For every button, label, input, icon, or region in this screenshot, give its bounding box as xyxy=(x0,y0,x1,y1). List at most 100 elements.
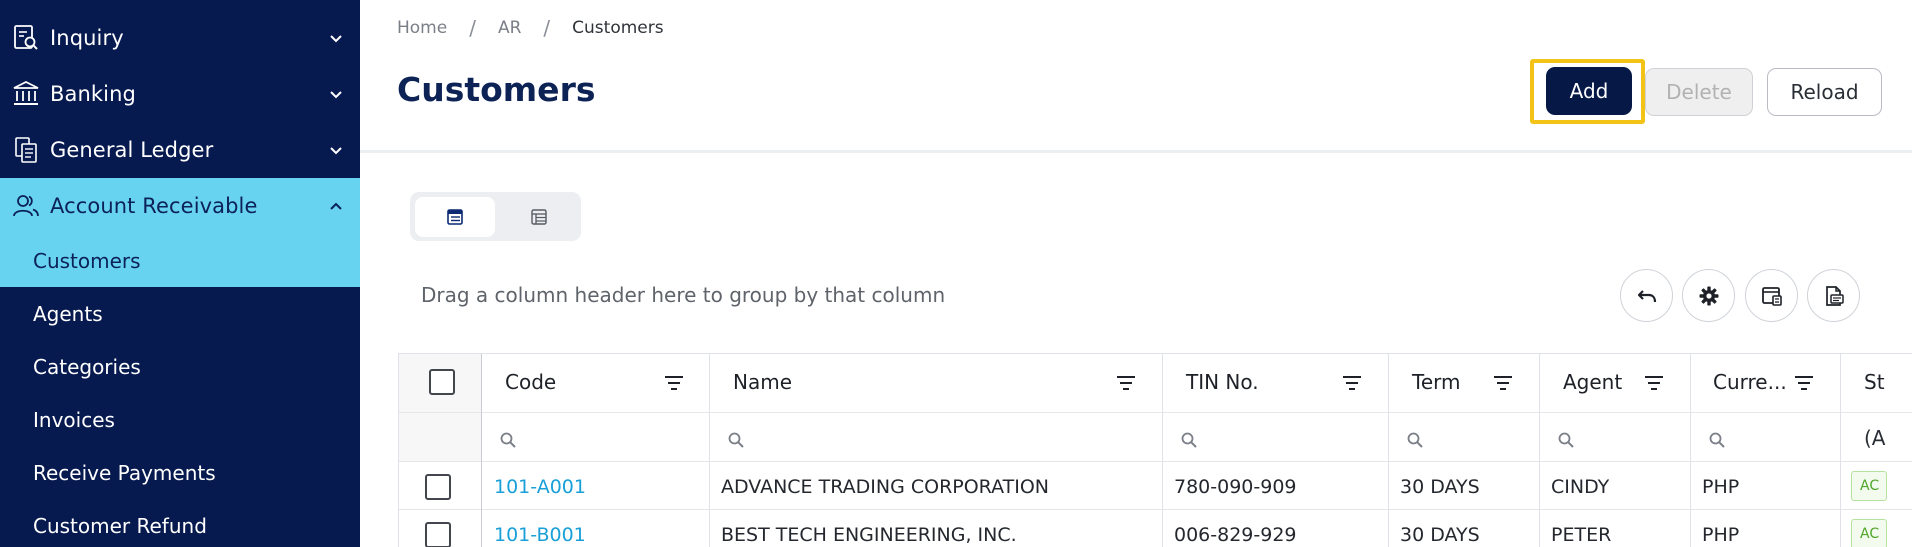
breadcrumb-current: Customers xyxy=(572,18,664,38)
filter-icon[interactable] xyxy=(1793,374,1815,392)
search-icon[interactable] xyxy=(1557,431,1575,449)
chevron-down-icon xyxy=(330,147,342,155)
settings-button[interactable] xyxy=(1682,269,1735,322)
customer-tin: 780-090-909 xyxy=(1174,476,1297,498)
customers-grid: Code Name TIN No. Term Agent Curre... St… xyxy=(398,353,1912,547)
customer-agent: CINDY xyxy=(1551,476,1610,498)
chevron-down-icon xyxy=(330,35,342,43)
search-document-icon xyxy=(14,25,38,50)
sidebar-item-label: Customers xyxy=(33,248,141,273)
customer-tin: 006-829-929 xyxy=(1174,524,1297,546)
row-divider xyxy=(399,412,1912,413)
column-divider xyxy=(481,354,482,547)
column-header-code[interactable]: Code xyxy=(505,370,556,394)
sidebar-group-label: General Ledger xyxy=(50,138,214,162)
sidebar: Inquiry Banking General Ledger Account R… xyxy=(0,0,360,547)
column-divider xyxy=(1388,354,1389,547)
breadcrumb: Home / AR / Customers xyxy=(397,16,664,40)
sidebar-item-invoices[interactable]: Invoices xyxy=(0,393,360,446)
sidebar-item-receive-payments[interactable]: Receive Payments xyxy=(0,446,360,499)
filter-icon[interactable] xyxy=(663,374,685,392)
header-divider xyxy=(360,150,1912,153)
undo-button[interactable] xyxy=(1620,269,1673,322)
filter-icon[interactable] xyxy=(1115,374,1137,392)
sidebar-group-general-ledger[interactable]: General Ledger xyxy=(0,122,360,178)
customer-code-link[interactable]: 101-B001 xyxy=(494,524,586,546)
customer-code-link[interactable]: 101-A001 xyxy=(494,476,586,498)
customer-term: 30 DAYS xyxy=(1400,524,1480,546)
search-icon[interactable] xyxy=(499,431,517,449)
sidebar-item-agents[interactable]: Agents xyxy=(0,287,360,340)
bank-icon xyxy=(13,80,39,105)
sidebar-item-label: Categories xyxy=(33,354,141,379)
sidebar-group-inquiry[interactable]: Inquiry xyxy=(0,10,360,66)
column-header-agent[interactable]: Agent xyxy=(1563,370,1622,394)
sidebar-item-customers[interactable]: Customers xyxy=(0,234,360,287)
app-window: Inquiry Banking General Ledger Account R… xyxy=(0,0,1912,547)
status-badge: AC xyxy=(1851,519,1887,547)
filter-icon[interactable] xyxy=(1341,374,1363,392)
sidebar-group-banking[interactable]: Banking xyxy=(0,66,360,122)
ledger-icon xyxy=(15,137,37,163)
export-document-icon xyxy=(1825,285,1844,306)
grid-filter-row xyxy=(399,413,1912,461)
grid-view-button[interactable] xyxy=(415,197,495,237)
breadcrumb-home[interactable]: Home xyxy=(397,18,447,38)
column-header-name[interactable]: Name xyxy=(733,370,792,394)
row-divider xyxy=(399,461,1912,462)
sidebar-item-label: Receive Payments xyxy=(33,460,216,485)
users-icon xyxy=(13,195,39,217)
column-divider xyxy=(1840,354,1841,547)
customer-agent: PETER xyxy=(1551,524,1612,546)
customer-name: BEST TECH ENGINEERING, INC. xyxy=(721,524,1017,546)
column-header-term[interactable]: Term xyxy=(1412,370,1460,394)
row-checkbox[interactable] xyxy=(425,522,451,547)
sidebar-item-categories[interactable]: Categories xyxy=(0,340,360,393)
list-view-button[interactable] xyxy=(499,197,579,237)
column-chooser-icon xyxy=(1761,286,1782,306)
column-header-status[interactable]: St xyxy=(1864,370,1885,394)
search-icon[interactable] xyxy=(1708,431,1726,449)
sidebar-group-account-receivable[interactable]: Account Receivable xyxy=(0,178,360,234)
search-icon[interactable] xyxy=(727,431,745,449)
sidebar-group-label: Banking xyxy=(50,82,136,106)
column-divider xyxy=(709,354,710,547)
grid-header-row xyxy=(399,354,1912,412)
undo-icon xyxy=(1637,289,1656,302)
column-divider xyxy=(1539,354,1540,547)
chevron-down-icon xyxy=(330,91,342,99)
customer-term: 30 DAYS xyxy=(1400,476,1480,498)
column-chooser-button[interactable] xyxy=(1745,269,1798,322)
breadcrumb-separator: / xyxy=(543,16,551,40)
customer-currency: PHP xyxy=(1702,524,1740,546)
select-all-checkbox[interactable] xyxy=(429,369,455,395)
status-filter-select[interactable]: (A xyxy=(1864,426,1885,450)
column-divider xyxy=(1162,354,1163,547)
sidebar-item-label: Agents xyxy=(33,301,103,326)
search-icon[interactable] xyxy=(1180,431,1198,449)
chevron-up-icon xyxy=(330,202,342,210)
sidebar-group-label: Inquiry xyxy=(50,26,124,50)
breadcrumb-separator: / xyxy=(469,16,476,40)
customer-currency: PHP xyxy=(1702,476,1740,498)
reload-button[interactable]: Reload xyxy=(1767,68,1882,116)
column-header-tin[interactable]: TIN No. xyxy=(1186,370,1259,394)
column-divider xyxy=(1690,354,1691,547)
filter-icon[interactable] xyxy=(1643,374,1665,392)
view-toggle xyxy=(410,192,581,241)
sidebar-item-label: Customer Refund xyxy=(33,513,207,538)
page-title: Customers xyxy=(397,70,596,109)
export-button[interactable] xyxy=(1807,269,1860,322)
breadcrumb-ar[interactable]: AR xyxy=(498,18,521,38)
gear-icon xyxy=(1699,286,1718,305)
row-checkbox[interactable] xyxy=(425,474,451,500)
column-header-currency[interactable]: Curre... xyxy=(1713,370,1787,394)
row-divider xyxy=(399,509,1912,510)
sidebar-item-customer-refund[interactable]: Customer Refund xyxy=(0,499,360,547)
status-badge: AC xyxy=(1851,471,1887,501)
table-icon xyxy=(447,209,463,225)
search-icon[interactable] xyxy=(1406,431,1424,449)
filter-icon[interactable] xyxy=(1492,374,1514,392)
delete-button[interactable]: Delete xyxy=(1645,68,1753,116)
add-button[interactable]: Add xyxy=(1546,67,1632,115)
